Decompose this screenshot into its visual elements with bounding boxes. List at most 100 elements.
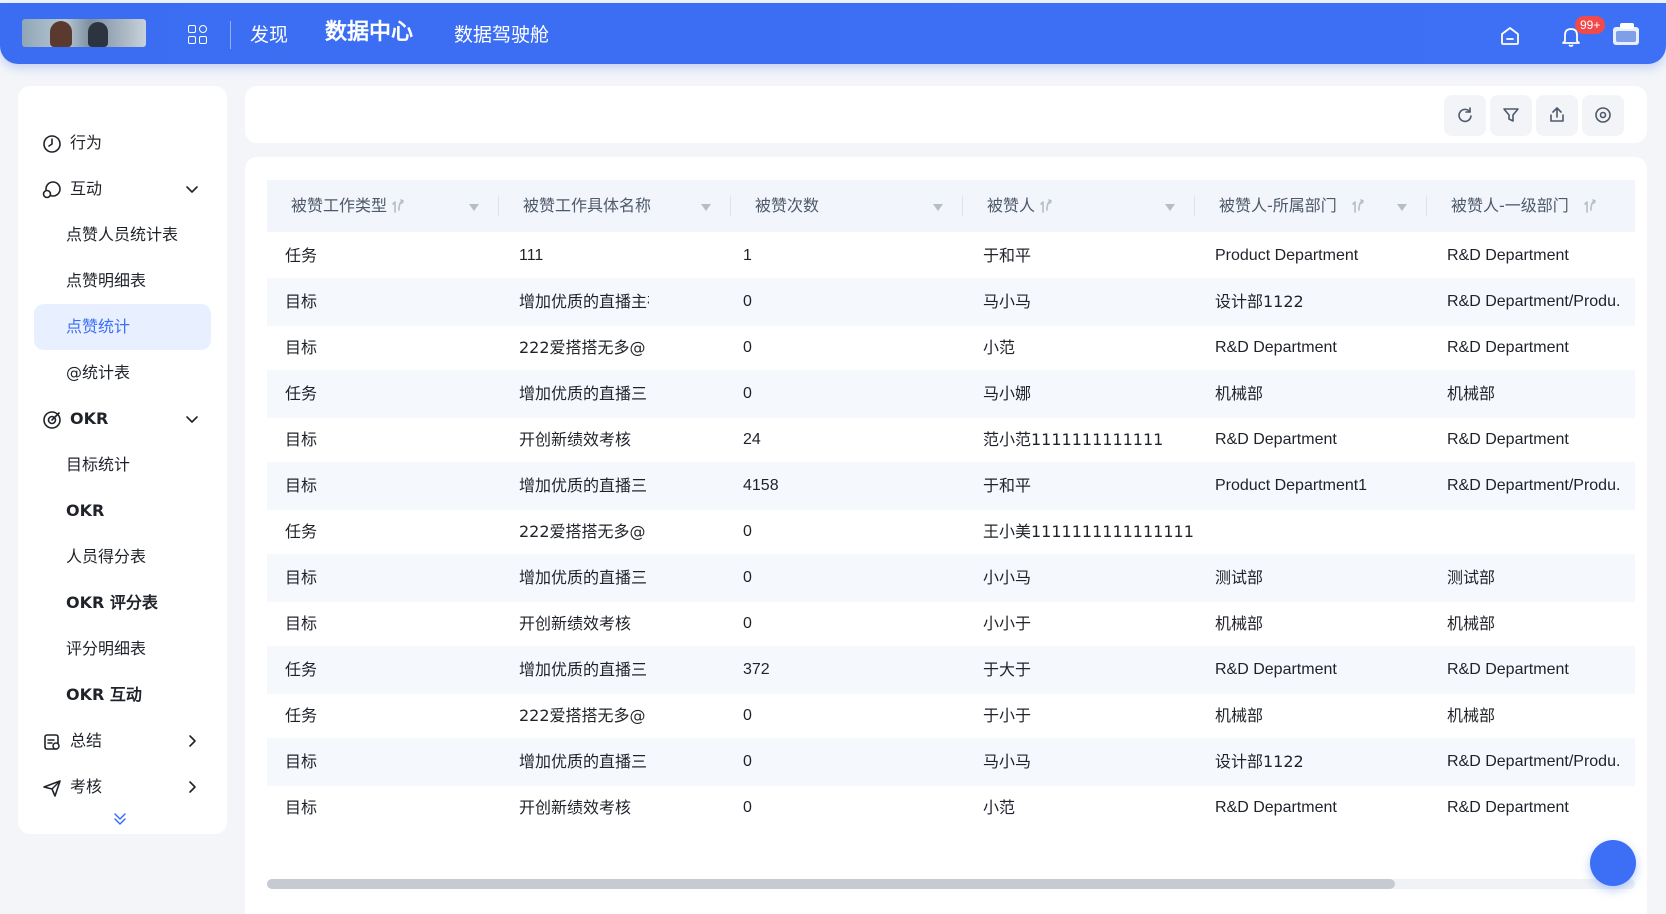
chevron-down-icon[interactable] <box>184 181 200 197</box>
column-header[interactable]: 被赞工作类型 <box>267 180 499 232</box>
cell-value: 王小美1111111111111111… <box>983 522 1195 541</box>
sort-icon[interactable] <box>1351 198 1365 214</box>
sidebar-item-like-people-stats[interactable]: 点赞人员统计表 <box>18 215 227 255</box>
cell-value: R&D Department <box>1215 339 1337 356</box>
table-cell: R&D Department <box>1195 324 1427 372</box>
cell-value: 任务 <box>285 522 318 541</box>
table-cell: 目标 <box>267 416 499 464</box>
column-header[interactable]: 被赞人-所属部门 <box>1195 180 1427 232</box>
cell-value: 222爱搭搭无多@ <box>519 522 646 541</box>
refresh-button[interactable] <box>1444 95 1486 136</box>
table-cell: 机械部 <box>1427 692 1635 740</box>
table-row[interactable]: 目标 开创新绩效考核 0 小小于 机械部 机械部 <box>267 600 1635 648</box>
table-row[interactable]: 任务 222爱搭搭无多@ 0 王小美1111111111111111… <box>267 508 1635 556</box>
sidebar-item-assessment[interactable]: 考核 <box>18 767 227 807</box>
cell-value: 0 <box>743 615 752 632</box>
sort-icon[interactable] <box>1039 198 1053 214</box>
double-chevron-down-icon[interactable] <box>111 810 129 828</box>
chevron-right-icon[interactable] <box>184 733 200 749</box>
column-header-label: 被赞人 <box>987 196 1036 215</box>
home-icon[interactable] <box>1497 23 1523 49</box>
sidebar-item-behavior[interactable]: 行为 <box>18 123 227 163</box>
apps-grid-icon[interactable] <box>188 25 208 45</box>
sidebar-item-person-score[interactable]: 人员得分表 <box>18 537 227 577</box>
brand-logo[interactable] <box>22 19 146 47</box>
table-row[interactable]: 目标 增加优质的直播主布 0 马小马 设计部1122 R&D Department/Pro… <box>267 278 1635 326</box>
sidebar-item-score-details[interactable]: 评分明细表 <box>18 629 227 669</box>
table-cell: 于小于 <box>963 692 1195 740</box>
cell-value: R&D Department/Produ. <box>1447 753 1621 770</box>
sidebar-item-okr[interactable]: OKR <box>18 399 227 439</box>
chevron-down-icon[interactable] <box>184 411 200 427</box>
table-row[interactable]: 目标 增加优质的直播三 0 马小马 设计部1122 R&D Department/Prod… <box>267 738 1635 786</box>
sidebar-item-objective-stats[interactable]: 目标统计 <box>18 445 227 485</box>
column-filter-icon[interactable] <box>1165 204 1175 211</box>
sidebar-item-label: @统计表 <box>66 363 131 382</box>
column-filter-icon[interactable] <box>1397 204 1407 211</box>
column-filter-icon[interactable] <box>469 204 479 211</box>
table-cell: 0 <box>731 784 963 832</box>
cell-value: 任务 <box>285 246 318 265</box>
column-filter-icon[interactable] <box>701 204 711 211</box>
column-filter-icon[interactable] <box>933 204 943 211</box>
chevron-right-icon[interactable] <box>184 779 200 795</box>
sidebar-item-okr-sub[interactable]: OKR <box>18 491 227 531</box>
table-row[interactable]: 任务 增加优质的直播三 0 马小娜 机械部 机械部 <box>267 370 1635 418</box>
cell-value: 设计部1122 <box>1215 292 1304 311</box>
nav-data-center[interactable]: 数据中心 <box>325 21 413 45</box>
table-cell: 111 <box>499 232 649 280</box>
cell-value: 机械部 <box>1447 706 1496 725</box>
cell-value: 任务 <box>285 660 318 679</box>
column-header-label: 被赞次数 <box>755 196 820 215</box>
summary-icon <box>44 734 60 750</box>
sort-icon[interactable] <box>391 198 405 214</box>
nav-data-cockpit[interactable]: 数据驾驶舱 <box>454 23 549 47</box>
table-cell: 任务 <box>267 232 499 280</box>
column-header[interactable]: 被赞工作具体名称 <box>499 180 731 232</box>
table-cell: 马小娜 <box>963 370 1195 418</box>
sidebar-item-like-stats[interactable]: 点赞统计 <box>34 304 211 350</box>
sort-icon[interactable] <box>1583 198 1597 214</box>
data-table-card: 被赞工作类型 被赞工作具体名称 被赞次数 被赞人 被赞人-所属部门 被赞人-一级部门 任务… <box>245 157 1647 914</box>
sidebar-item-like-details[interactable]: 点赞明细表 <box>18 261 227 301</box>
table-row[interactable]: 任务 111 1 于和平 Product Department R&D Departmen… <box>267 232 1635 280</box>
table-header: 被赞工作类型 被赞工作具体名称 被赞次数 被赞人 被赞人-所属部门 被赞人-一级部门 <box>267 180 1635 232</box>
table-cell: 任务 <box>267 692 499 740</box>
table-cell: 增加优质的直播主布 <box>499 278 649 326</box>
floating-assistant-button[interactable] <box>1590 840 1636 886</box>
nav-discover[interactable]: 发现 <box>250 23 288 47</box>
sidebar-item-okr-interaction[interactable]: OKR 互动 <box>18 675 227 715</box>
filter-button[interactable] <box>1490 95 1532 136</box>
table-cell: Product Department <box>1195 232 1427 280</box>
table-row[interactable]: 目标 222爱搭搭无多@ 0 小范 R&D Department R&D Departme… <box>267 324 1635 372</box>
column-header[interactable]: 被赞人 <box>963 180 1195 232</box>
cell-value: 增加优质的直播主布 <box>519 292 649 311</box>
table-cell: 机械部 <box>1195 600 1427 648</box>
table-row[interactable]: 目标 开创新绩效考核 24 范小范1111111111111 R&D Departmen… <box>267 416 1635 464</box>
table-row[interactable]: 任务 增加优质的直播三 372 于大于 R&D Department R&D Depart… <box>267 646 1635 694</box>
toolbar <box>245 86 1647 143</box>
table-row[interactable]: 任务 222爱搭搭无多@ 0 于小于 机械部 机械部 <box>267 692 1635 740</box>
table-cell: 1 <box>731 232 963 280</box>
sidebar-item-summary[interactable]: 总结 <box>18 721 227 761</box>
cell-value: 小范 <box>983 338 1016 357</box>
table-row[interactable]: 目标 增加优质的直播三 0 小小马 测试部 测试部 <box>267 554 1635 602</box>
table-cell: 机械部 <box>1195 370 1427 418</box>
sidebar-item-interaction[interactable]: 互动 <box>18 169 227 209</box>
table-row[interactable]: 目标 开创新绩效考核 0 小范 R&D Department R&D Department <box>267 784 1635 832</box>
table-cell: 目标 <box>267 600 499 648</box>
settings-button[interactable] <box>1582 95 1624 136</box>
column-header[interactable]: 被赞人-一级部门 <box>1427 180 1635 232</box>
export-button[interactable] <box>1536 95 1578 136</box>
column-header[interactable]: 被赞次数 <box>731 180 963 232</box>
sidebar-item-mention-stats[interactable]: @统计表 <box>18 353 227 393</box>
table-row[interactable]: 目标 增加优质的直播三 4158 于和平 Product Department1 R&D … <box>267 462 1635 510</box>
scrollbar-thumb[interactable] <box>267 879 1395 889</box>
user-avatar[interactable] <box>1611 21 1641 49</box>
table-cell: 0 <box>731 278 963 326</box>
horizontal-scrollbar[interactable] <box>267 879 1635 889</box>
cell-value: 增加优质的直播三 <box>519 384 648 403</box>
sidebar-item-okr-score-sheet[interactable]: OKR 评分表 <box>18 583 227 623</box>
cell-value: 小小马 <box>983 568 1032 587</box>
cell-value: 于小于 <box>983 706 1032 725</box>
